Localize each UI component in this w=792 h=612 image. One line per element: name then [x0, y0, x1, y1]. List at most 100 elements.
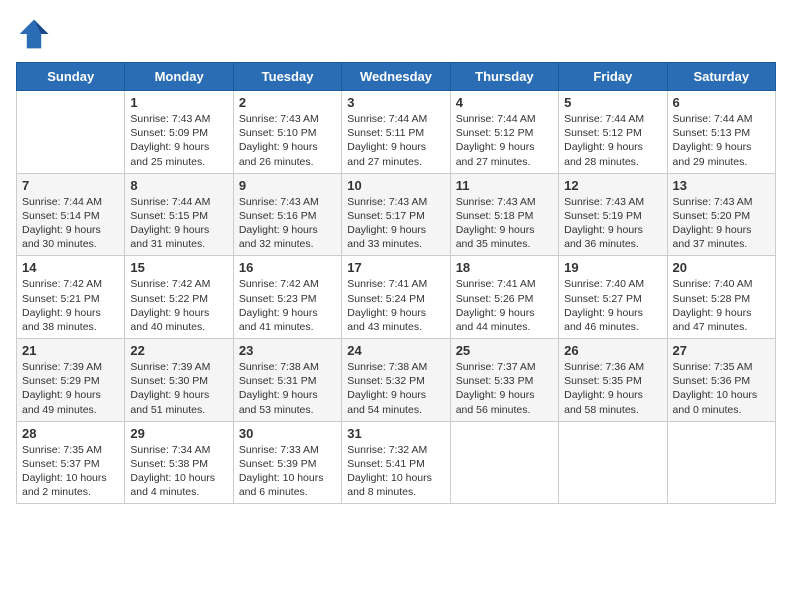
weekday-header: Monday — [125, 63, 233, 91]
day-number: 31 — [347, 426, 444, 441]
day-info: Sunrise: 7:41 AMSunset: 5:26 PMDaylight:… — [456, 277, 553, 334]
day-number: 30 — [239, 426, 336, 441]
calendar-cell: 23 Sunrise: 7:38 AMSunset: 5:31 PMDayligh… — [233, 339, 341, 422]
calendar-header: SundayMondayTuesdayWednesdayThursdayFrid… — [17, 63, 776, 91]
day-info: Sunrise: 7:44 AMSunset: 5:15 PMDaylight:… — [130, 195, 227, 252]
day-number: 9 — [239, 178, 336, 193]
day-number: 8 — [130, 178, 227, 193]
day-info: Sunrise: 7:39 AMSunset: 5:30 PMDaylight:… — [130, 360, 227, 417]
calendar-cell: 7 Sunrise: 7:44 AMSunset: 5:14 PMDaylight… — [17, 173, 125, 256]
calendar-cell: 30 Sunrise: 7:33 AMSunset: 5:39 PMDayligh… — [233, 421, 341, 504]
day-number: 17 — [347, 260, 444, 275]
weekday-header: Wednesday — [342, 63, 450, 91]
day-number: 20 — [673, 260, 770, 275]
day-info: Sunrise: 7:43 AMSunset: 5:09 PMDaylight:… — [130, 112, 227, 169]
calendar-cell: 24Sunrise: 7:38 AMSunset: 5:32 PMDayligh… — [342, 339, 450, 422]
calendar-cell: 28Sunrise: 7:35 AMSunset: 5:37 PMDayligh… — [17, 421, 125, 504]
day-info: Sunrise: 7:32 AMSunset: 5:41 PMDaylight:… — [347, 443, 444, 500]
calendar-cell: 20 Sunrise: 7:40 AMSunset: 5:28 PMDayligh… — [667, 256, 775, 339]
calendar-cell: 16 Sunrise: 7:42 AMSunset: 5:23 PMDayligh… — [233, 256, 341, 339]
day-number: 16 — [239, 260, 336, 275]
calendar-cell: 9 Sunrise: 7:43 AMSunset: 5:16 PMDaylight… — [233, 173, 341, 256]
day-number: 12 — [564, 178, 661, 193]
calendar-cell: 14 Sunrise: 7:42 AMSunset: 5:21 PMDayligh… — [17, 256, 125, 339]
day-number: 26 — [564, 343, 661, 358]
calendar-cell: 17 Sunrise: 7:41 AMSunset: 5:24 PMDayligh… — [342, 256, 450, 339]
day-number: 21 — [22, 343, 119, 358]
calendar-week-row: 7 Sunrise: 7:44 AMSunset: 5:14 PMDaylight… — [17, 173, 776, 256]
day-number: 25 — [456, 343, 553, 358]
day-info: Sunrise: 7:43 AMSunset: 5:16 PMDaylight:… — [239, 195, 336, 252]
weekday-header: Tuesday — [233, 63, 341, 91]
day-number: 5 — [564, 95, 661, 110]
calendar-cell: 11Sunrise: 7:43 AMSunset: 5:18 PMDayligh… — [450, 173, 558, 256]
day-info: Sunrise: 7:43 AMSunset: 5:19 PMDaylight:… — [564, 195, 661, 252]
day-number: 23 — [239, 343, 336, 358]
calendar-cell — [559, 421, 667, 504]
day-info: Sunrise: 7:43 AMSunset: 5:10 PMDaylight:… — [239, 112, 336, 169]
day-info: Sunrise: 7:44 AMSunset: 5:13 PMDaylight:… — [673, 112, 770, 169]
calendar-body: 1 Sunrise: 7:43 AMSunset: 5:09 PMDaylight… — [17, 91, 776, 504]
day-info: Sunrise: 7:42 AMSunset: 5:21 PMDaylight:… — [22, 277, 119, 334]
calendar-week-row: 28Sunrise: 7:35 AMSunset: 5:37 PMDayligh… — [17, 421, 776, 504]
calendar-cell: 13 Sunrise: 7:43 AMSunset: 5:20 PMDayligh… — [667, 173, 775, 256]
weekday-header: Saturday — [667, 63, 775, 91]
day-number: 6 — [673, 95, 770, 110]
calendar-cell: 5 Sunrise: 7:44 AMSunset: 5:12 PMDaylight… — [559, 91, 667, 174]
day-info: Sunrise: 7:41 AMSunset: 5:24 PMDaylight:… — [347, 277, 444, 334]
day-info: Sunrise: 7:44 AMSunset: 5:12 PMDaylight:… — [456, 112, 553, 169]
page-header — [16, 16, 776, 52]
day-number: 22 — [130, 343, 227, 358]
weekday-header: Thursday — [450, 63, 558, 91]
calendar-cell: 4Sunrise: 7:44 AMSunset: 5:12 PMDaylight… — [450, 91, 558, 174]
calendar-cell: 10 Sunrise: 7:43 AMSunset: 5:17 PMDayligh… — [342, 173, 450, 256]
day-info: Sunrise: 7:42 AMSunset: 5:23 PMDaylight:… — [239, 277, 336, 334]
calendar-cell: 31 Sunrise: 7:32 AMSunset: 5:41 PMDayligh… — [342, 421, 450, 504]
day-number: 27 — [673, 343, 770, 358]
day-number: 13 — [673, 178, 770, 193]
day-info: Sunrise: 7:43 AMSunset: 5:17 PMDaylight:… — [347, 195, 444, 252]
calendar-cell: 26 Sunrise: 7:36 AMSunset: 5:35 PMDayligh… — [559, 339, 667, 422]
day-info: Sunrise: 7:36 AMSunset: 5:35 PMDaylight:… — [564, 360, 661, 417]
weekday-header: Sunday — [17, 63, 125, 91]
calendar-cell: 8 Sunrise: 7:44 AMSunset: 5:15 PMDaylight… — [125, 173, 233, 256]
day-info: Sunrise: 7:43 AMSunset: 5:20 PMDaylight:… — [673, 195, 770, 252]
day-number: 7 — [22, 178, 119, 193]
calendar-cell: 18Sunrise: 7:41 AMSunset: 5:26 PMDayligh… — [450, 256, 558, 339]
calendar-table: SundayMondayTuesdayWednesdayThursdayFrid… — [16, 62, 776, 504]
calendar-week-row: 14 Sunrise: 7:42 AMSunset: 5:21 PMDayligh… — [17, 256, 776, 339]
day-number: 15 — [130, 260, 227, 275]
calendar-cell — [667, 421, 775, 504]
day-info: Sunrise: 7:44 AMSunset: 5:11 PMDaylight:… — [347, 112, 444, 169]
calendar-cell: 21 Sunrise: 7:39 AMSunset: 5:29 PMDayligh… — [17, 339, 125, 422]
day-info: Sunrise: 7:40 AMSunset: 5:27 PMDaylight:… — [564, 277, 661, 334]
day-info: Sunrise: 7:37 AMSunset: 5:33 PMDaylight:… — [456, 360, 553, 417]
day-number: 14 — [22, 260, 119, 275]
day-number: 29 — [130, 426, 227, 441]
calendar-cell: 6 Sunrise: 7:44 AMSunset: 5:13 PMDaylight… — [667, 91, 775, 174]
day-number: 19 — [564, 260, 661, 275]
day-info: Sunrise: 7:44 AMSunset: 5:14 PMDaylight:… — [22, 195, 119, 252]
day-number: 2 — [239, 95, 336, 110]
day-info: Sunrise: 7:42 AMSunset: 5:22 PMDaylight:… — [130, 277, 227, 334]
day-info: Sunrise: 7:33 AMSunset: 5:39 PMDaylight:… — [239, 443, 336, 500]
calendar-cell: 29Sunrise: 7:34 AMSunset: 5:38 PMDayligh… — [125, 421, 233, 504]
day-info: Sunrise: 7:39 AMSunset: 5:29 PMDaylight:… — [22, 360, 119, 417]
calendar-cell: 19 Sunrise: 7:40 AMSunset: 5:27 PMDayligh… — [559, 256, 667, 339]
calendar-cell: 25 Sunrise: 7:37 AMSunset: 5:33 PMDayligh… — [450, 339, 558, 422]
day-info: Sunrise: 7:40 AMSunset: 5:28 PMDaylight:… — [673, 277, 770, 334]
calendar-cell: 27 Sunrise: 7:35 AMSunset: 5:36 PMDayligh… — [667, 339, 775, 422]
day-info: Sunrise: 7:44 AMSunset: 5:12 PMDaylight:… — [564, 112, 661, 169]
day-info: Sunrise: 7:35 AMSunset: 5:36 PMDaylight:… — [673, 360, 770, 417]
day-number: 1 — [130, 95, 227, 110]
day-number: 28 — [22, 426, 119, 441]
calendar-cell: 3Sunrise: 7:44 AMSunset: 5:11 PMDaylight… — [342, 91, 450, 174]
logo-icon — [16, 16, 52, 52]
calendar-cell: 12 Sunrise: 7:43 AMSunset: 5:19 PMDayligh… — [559, 173, 667, 256]
page-container: SundayMondayTuesdayWednesdayThursdayFrid… — [0, 0, 792, 514]
calendar-week-row: 1 Sunrise: 7:43 AMSunset: 5:09 PMDaylight… — [17, 91, 776, 174]
day-info: Sunrise: 7:38 AMSunset: 5:32 PMDaylight:… — [347, 360, 444, 417]
day-number: 10 — [347, 178, 444, 193]
day-info: Sunrise: 7:38 AMSunset: 5:31 PMDaylight:… — [239, 360, 336, 417]
calendar-cell: 1 Sunrise: 7:43 AMSunset: 5:09 PMDaylight… — [125, 91, 233, 174]
